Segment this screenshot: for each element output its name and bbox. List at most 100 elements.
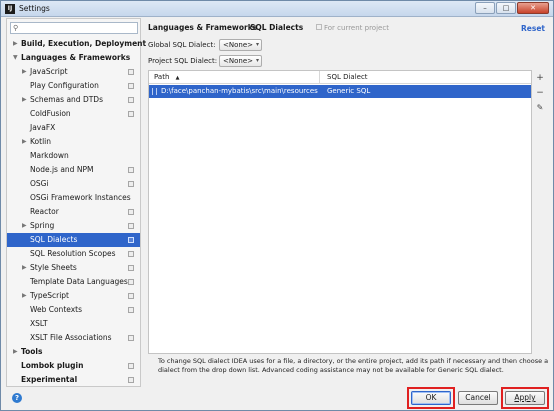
sidebar-item-label: SQL Resolution Scopes	[30, 249, 116, 258]
sidebar-item-label: Schemas and DTDs	[30, 95, 103, 104]
sidebar-item-label: Web Contexts	[30, 305, 83, 314]
sidebar-item-lombok-plugin[interactable]: Lombok plugin	[7, 359, 140, 373]
column-header-dialect[interactable]: SQL Dialect	[320, 71, 531, 84]
remove-icon[interactable]: −	[534, 87, 546, 99]
sidebar-item-tools[interactable]: ▶ Tools	[7, 345, 140, 359]
sidebar-item-label: Play Configuration	[30, 81, 99, 90]
sidebar-item-label: Lombok plugin	[21, 361, 84, 370]
sidebar-item-sql-dialects[interactable]: SQL Dialects	[7, 233, 140, 247]
sidebar-item-label: JavaFX	[30, 123, 56, 132]
chevron-down-icon: ▾	[255, 41, 259, 48]
chevron-down-icon[interactable]: ▼	[13, 51, 18, 65]
help-description: To change SQL dialect IDEA uses for a fi…	[158, 357, 549, 374]
sidebar-item-template-data-languages[interactable]: Template Data Languages	[7, 275, 140, 289]
help-icon[interactable]: ?	[12, 393, 22, 403]
drag-handle-icon[interactable]	[152, 88, 157, 95]
chevron-right-icon[interactable]: ▶	[22, 219, 27, 233]
chevron-right-icon[interactable]: ▶	[13, 37, 18, 51]
apply-button[interactable]: Apply	[505, 391, 545, 405]
chevron-right-icon[interactable]: ▶	[22, 289, 27, 303]
chevron-right-icon[interactable]: ▶	[22, 135, 27, 149]
reset-link[interactable]: Reset	[521, 24, 545, 33]
dialect-cell[interactable]: Generic SQL	[327, 85, 370, 98]
sidebar-item-kotlin[interactable]: ▶ Kotlin	[7, 135, 140, 149]
project-level-icon	[128, 69, 134, 75]
sidebar-item-style-sheets[interactable]: ▶ Style Sheets	[7, 261, 140, 275]
settings-sidebar: ⚲ ▶ Build, Execution, Deployment ▼ Language…	[6, 18, 146, 387]
edit-icon[interactable]: ✎	[534, 102, 546, 114]
dialog-button-bar: ? OK Cancel Apply	[1, 387, 553, 411]
breadcrumb-separator: ›	[239, 23, 242, 32]
project-scope-icon	[316, 24, 322, 30]
project-level-icon	[128, 97, 134, 103]
settings-tree: ▶ Build, Execution, Deployment ▼ Languages …	[7, 37, 146, 387]
maximize-button[interactable]: □	[496, 2, 516, 14]
sidebar-item-label: Spring	[30, 221, 55, 230]
search-icon: ⚲	[13, 24, 19, 32]
sidebar-item-label: OSGi	[30, 179, 49, 188]
dialect-mapping-table: Path ▲ SQL Dialect D:\face\panchan-mybat…	[148, 70, 532, 354]
sidebar-item-xslt-file-associations[interactable]: XSLT File Associations	[7, 331, 140, 345]
sidebar-item-label: Style Sheets	[30, 263, 77, 272]
column-header-path[interactable]: Path ▲	[149, 71, 320, 84]
sort-ascending-icon: ▲	[175, 75, 180, 81]
sidebar-item-label: Reactor	[30, 207, 59, 216]
sidebar-item-osgi-framework-instances[interactable]: OSGi Framework Instances	[7, 191, 140, 205]
sidebar-item-node-js-and-npm[interactable]: Node.js and NPM	[7, 163, 140, 177]
global-dialect-select[interactable]: <None> ▾	[219, 39, 262, 51]
project-level-icon	[128, 251, 134, 257]
sidebar-item-web-contexts[interactable]: Web Contexts	[7, 303, 140, 317]
sidebar-item-spring[interactable]: ▶ Spring	[7, 219, 140, 233]
sidebar-item-experimental[interactable]: Experimental	[7, 373, 140, 387]
sidebar-item-play-configuration[interactable]: Play Configuration	[7, 79, 140, 93]
project-level-icon	[128, 307, 134, 313]
ok-button[interactable]: OK	[411, 391, 451, 405]
chevron-right-icon[interactable]: ▶	[22, 93, 27, 107]
project-level-icon	[128, 363, 134, 369]
apply-label: Apply	[514, 393, 536, 402]
sidebar-item-label: Markdown	[30, 151, 69, 160]
project-level-icon	[128, 209, 134, 215]
chevron-right-icon[interactable]: ▶	[22, 261, 27, 275]
sidebar-item-reactor[interactable]: Reactor	[7, 205, 140, 219]
project-level-icon	[128, 377, 134, 383]
sidebar-item-label: Languages & Frameworks	[21, 53, 131, 62]
close-button[interactable]: ✕	[517, 2, 549, 14]
project-level-icon	[128, 265, 134, 271]
sidebar-item-label: Node.js and NPM	[30, 165, 94, 174]
sidebar-item-label: Build, Execution, Deployment	[21, 39, 147, 48]
column-path-label: Path	[154, 73, 170, 81]
settings-window: IJ Settings – □ ✕ ⚲ ▶ Build, Execution, D…	[0, 0, 554, 411]
sidebar-item-typescript[interactable]: ▶ TypeScript	[7, 289, 140, 303]
sidebar-item-coldfusion[interactable]: ColdFusion	[7, 107, 140, 121]
sidebar-item-label: JavaScript	[30, 67, 68, 76]
window-controls: – □ ✕	[475, 2, 549, 14]
add-icon[interactable]: +	[534, 72, 546, 84]
project-level-icon	[128, 111, 134, 117]
sidebar-item-javafx[interactable]: JavaFX	[7, 121, 140, 135]
chevron-right-icon[interactable]: ▶	[13, 345, 18, 359]
window-title: Settings	[19, 4, 50, 13]
project-level-icon	[128, 83, 134, 89]
path-cell[interactable]: D:\face\panchan-mybatis\src\main\resourc…	[161, 85, 318, 98]
sidebar-item-javascript[interactable]: ▶ JavaScript	[7, 65, 140, 79]
sidebar-item-languages-frameworks[interactable]: ▼ Languages & Frameworks	[7, 51, 140, 65]
sidebar-item-schemas-and-dtds[interactable]: ▶ Schemas and DTDs	[7, 93, 140, 107]
sidebar-item-xslt[interactable]: XSLT	[7, 317, 140, 331]
sidebar-item-osgi[interactable]: OSGi	[7, 177, 140, 191]
sidebar-item-markdown[interactable]: Markdown	[7, 149, 140, 163]
table-row[interactable]: D:\face\panchan-mybatis\src\main\resourc…	[149, 85, 531, 98]
project-level-icon	[128, 167, 134, 173]
for-current-project-label: For current project	[324, 24, 389, 32]
sidebar-item-sql-resolution-scopes[interactable]: SQL Resolution Scopes	[7, 247, 140, 261]
sidebar-item-build-execution-deployment[interactable]: ▶ Build, Execution, Deployment	[7, 37, 146, 51]
cancel-button[interactable]: Cancel	[458, 391, 498, 405]
project-dialect-label: Project SQL Dialect:	[148, 57, 218, 65]
search-input[interactable]: ⚲	[10, 22, 138, 34]
project-dialect-select[interactable]: <None> ▾	[219, 55, 262, 67]
minimize-button[interactable]: –	[475, 2, 495, 14]
project-level-icon	[128, 279, 134, 285]
chevron-right-icon[interactable]: ▶	[22, 65, 27, 79]
intellij-icon: IJ	[5, 4, 15, 14]
sidebar-item-label: Template Data Languages	[30, 277, 128, 286]
